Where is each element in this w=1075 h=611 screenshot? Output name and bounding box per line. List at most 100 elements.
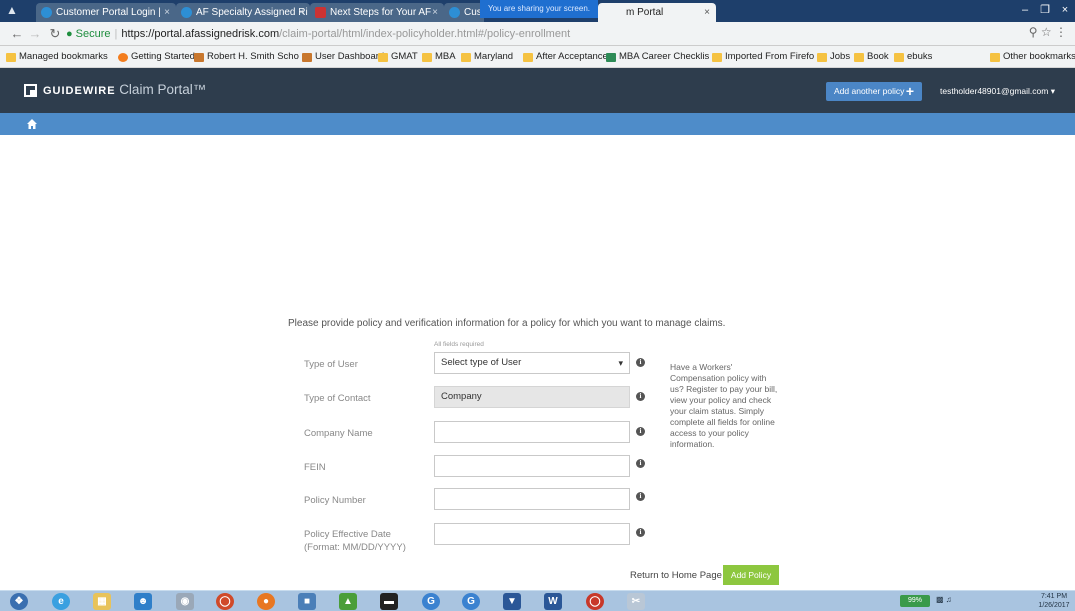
url-path: /claim-portal/html/index-policyholder.ht… [279, 28, 571, 40]
bookmark-item[interactable]: Getting Started [118, 50, 195, 64]
google-icon[interactable]: G [462, 593, 480, 610]
restore-icon[interactable]: ❐ [1035, 0, 1055, 20]
brand-title: GUIDEWIRE Claim Portal™ [43, 82, 207, 97]
globe-icon [181, 7, 192, 18]
fein-input[interactable] [434, 455, 630, 477]
battery-indicator[interactable]: 99% [900, 595, 930, 607]
incognito-icon[interactable]: ▲ [4, 2, 20, 18]
folder-icon [422, 53, 432, 62]
window-controls: – ❐ × [1015, 0, 1075, 20]
folder-icon [712, 53, 722, 62]
spreadsheet-icon [606, 53, 616, 62]
plus-icon: + [905, 83, 914, 99]
taskbar: ❖ e ▦ ☻ ◉ ◯ ● ■ ▲ ▬ G G ▼ W ◯ ✂ 99% ▩ ♫ … [0, 590, 1075, 611]
system-tray: ▩ ♫ [936, 595, 952, 604]
bookmarks-bar: Managed bookmarks Getting Started Robert… [0, 46, 1075, 68]
add-another-policy-button[interactable]: Add another policy + [826, 82, 922, 101]
browser-tab[interactable]: Next Steps for Your AF × [310, 3, 444, 22]
folder-icon [6, 53, 16, 62]
type-of-user-select[interactable]: Select type of User [434, 352, 630, 374]
bookmark-item[interactable]: Robert H. Smith Scho [194, 50, 299, 64]
bookmark-item[interactable]: Managed bookmarks [6, 50, 108, 64]
chrome-icon[interactable]: ◯ [586, 593, 604, 610]
clock[interactable]: 7:41 PM 1/26/2017 [1034, 592, 1074, 610]
browser-tab-active[interactable]: m Portal × [598, 3, 716, 22]
info-icon[interactable]: i [636, 528, 645, 537]
ie-icon[interactable]: e [52, 593, 70, 610]
bookmark-item[interactable]: Jobs [817, 50, 850, 64]
people-icon[interactable]: ☻ [134, 593, 152, 610]
back-icon[interactable]: ← [8, 25, 26, 43]
app-icon[interactable]: ▲ [339, 593, 357, 610]
start-icon[interactable]: ❖ [10, 593, 28, 610]
fein-label: FEIN [304, 462, 326, 473]
firefox-icon[interactable]: ● [257, 593, 275, 610]
browser-tab[interactable]: Cus [444, 3, 484, 22]
bookmark-star-icon[interactable]: ☆ [1041, 25, 1052, 39]
effective-date-input[interactable] [434, 523, 630, 545]
info-icon[interactable]: i [636, 358, 645, 367]
bookmark-item[interactable]: Other bookmarks [990, 50, 1075, 64]
explorer-icon[interactable]: ▦ [93, 593, 111, 610]
screen-share-banner: You are sharing your screen. [480, 0, 598, 18]
info-icon[interactable]: i [636, 427, 645, 436]
globe-icon [449, 7, 460, 18]
close-icon[interactable]: × [432, 3, 438, 22]
close-icon[interactable]: × [298, 3, 304, 22]
folder-icon [854, 53, 864, 62]
zoom-icon[interactable]: ⚲ [1029, 25, 1038, 39]
minimize-icon[interactable]: – [1015, 0, 1035, 20]
snipping-tool-icon[interactable]: ✂ [627, 593, 645, 610]
dashboard-icon [302, 53, 312, 62]
bookmark-item[interactable]: Book [854, 50, 889, 64]
app-icon[interactable]: ■ [298, 593, 316, 610]
close-icon[interactable]: × [164, 3, 170, 22]
bookmark-item[interactable]: ebuks [894, 50, 932, 64]
menu-icon[interactable]: ⋮ [1055, 25, 1067, 39]
browser-tab[interactable]: Customer Portal Login | × [36, 3, 176, 22]
return-home-link[interactable]: Return to Home Page [630, 570, 722, 581]
folder-icon [461, 53, 471, 62]
terminal-icon[interactable]: ▬ [380, 593, 398, 610]
bookmark-item[interactable]: MBA Career Checklis [606, 50, 709, 64]
info-icon[interactable]: i [636, 492, 645, 501]
bookmark-item[interactable]: After Acceptance [523, 50, 608, 64]
media-icon[interactable]: ◉ [176, 593, 194, 610]
type-of-contact-label: Type of Contact [304, 393, 371, 404]
folder-icon [378, 53, 388, 62]
app-header: GUIDEWIRE Claim Portal™ Add another poli… [0, 68, 1075, 113]
folder-icon [523, 53, 533, 62]
bookmark-item[interactable]: Maryland [461, 50, 513, 64]
reload-icon[interactable]: ↻ [46, 25, 64, 43]
network-icon[interactable]: ▩ [936, 595, 944, 604]
user-account-menu[interactable]: testholder48901@gmail.com ▾ [940, 86, 1055, 97]
folder-icon [817, 53, 827, 62]
company-name-input[interactable] [434, 421, 630, 443]
bookmark-item[interactable]: MBA [422, 50, 456, 64]
folder-icon [894, 53, 904, 62]
url-input[interactable]: ● Secure | https://portal.afassignedrisk.co… [66, 25, 1026, 43]
close-window-icon[interactable]: × [1055, 0, 1075, 20]
add-policy-button[interactable]: Add Policy [723, 565, 779, 585]
chrome-icon[interactable]: ◯ [216, 593, 234, 610]
app-icon[interactable]: ▼ [503, 593, 521, 610]
bookmark-item[interactable]: GMAT [378, 50, 418, 64]
firefox-icon [118, 53, 128, 62]
bookmark-item[interactable]: User Dashboard [302, 50, 384, 64]
policy-number-input[interactable] [434, 488, 630, 510]
folder-icon [990, 53, 1000, 62]
policy-number-label: Policy Number [304, 495, 366, 506]
browser-tab[interactable]: AF Specialty Assigned Ri × [176, 3, 310, 22]
lock-icon: ● [66, 28, 73, 40]
google-icon[interactable]: G [422, 593, 440, 610]
word-icon[interactable]: W [544, 593, 562, 610]
required-note: All fields required [434, 341, 484, 348]
info-icon[interactable]: i [636, 459, 645, 468]
bookmark-item[interactable]: Imported From Firefo [712, 50, 814, 64]
forward-icon[interactable]: → [26, 25, 44, 43]
close-icon[interactable]: × [704, 3, 710, 22]
info-icon[interactable]: i [636, 392, 645, 401]
home-icon[interactable] [26, 118, 38, 130]
volume-icon[interactable]: ♫ [946, 595, 952, 604]
globe-icon [41, 7, 52, 18]
